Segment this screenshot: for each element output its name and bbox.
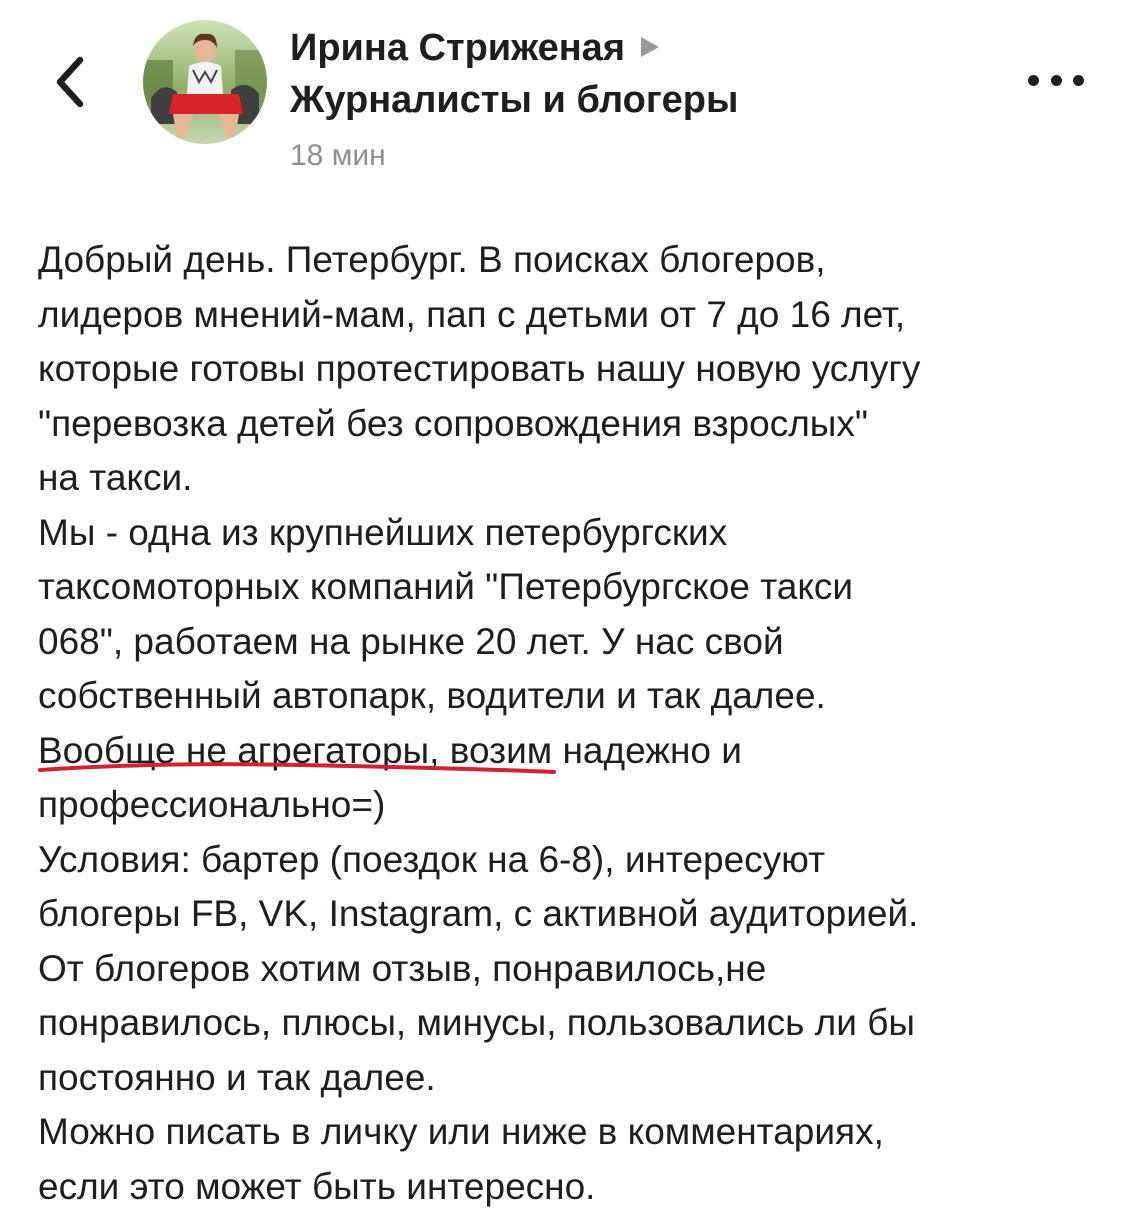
timestamp[interactable]: 18 мин — [290, 136, 1010, 176]
author-line: Ирина Стриженая — [290, 22, 1010, 74]
post-line: Добрый день. Петербург. В поисках блогер… — [38, 239, 826, 280]
post-line: блогеры FB, VK, Instagram, с активной ау… — [38, 893, 919, 934]
more-dots-icon — [1073, 74, 1084, 86]
author-block: Ирина Стриженая Журналисты и блогеры 18 … — [290, 22, 1010, 176]
triangle-right-icon — [639, 21, 661, 73]
post-header: Ирина Стриженая Журналисты и блогеры 18 … — [0, 0, 1125, 200]
chevron-left-icon — [56, 56, 84, 108]
post-line: Мы - одна из крупнейших петербургских — [38, 511, 728, 553]
group-name[interactable]: Журналисты и блогеры — [290, 74, 1010, 126]
post-line: профессионально=) — [38, 784, 386, 825]
post-line: От блогеров хотим отзыв, понравилось,не — [38, 947, 767, 989]
post-line: на такси. — [38, 457, 193, 498]
avatar[interactable] — [143, 20, 267, 144]
post-line: которые готовы протестировать нашу новую… — [38, 348, 921, 389]
post-line: если это может быть интересно. — [38, 1165, 596, 1207]
post-line: Можно писать в личку или ниже в коммента… — [38, 1111, 884, 1152]
post-line: Условия: бартер (поездок на 6-8), интере… — [38, 838, 826, 880]
avatar-photo — [143, 20, 267, 144]
post-line: таксомоторных компаний "Петербургское та… — [38, 566, 854, 607]
more-dots-icon — [1050, 74, 1062, 86]
post-line: лидеров мнений-мам, пап с детьми от 7 до… — [38, 293, 906, 335]
post-text: Добрый день. Петербург. В поисках блогер… — [38, 233, 1108, 1214]
post-line: собственный автопарк, водители и так дал… — [38, 675, 826, 716]
post-line: "перевозка детей без сопровождения взрос… — [38, 402, 869, 444]
back-button[interactable] — [40, 44, 100, 120]
post-line: понравилось, плюсы, минусы, пользовались… — [38, 1002, 915, 1043]
author-name[interactable]: Ирина Стриженая — [290, 27, 625, 69]
post-line: постоянно и так далее. — [38, 1056, 436, 1098]
more-dots-icon — [1028, 74, 1039, 86]
post-line: 068", работаем на рынке 20 лет. У нас св… — [38, 620, 784, 662]
post-line: Вообще не агрегаторы, возим надежно и — [38, 729, 742, 771]
more-options-button[interactable] — [1028, 68, 1084, 92]
